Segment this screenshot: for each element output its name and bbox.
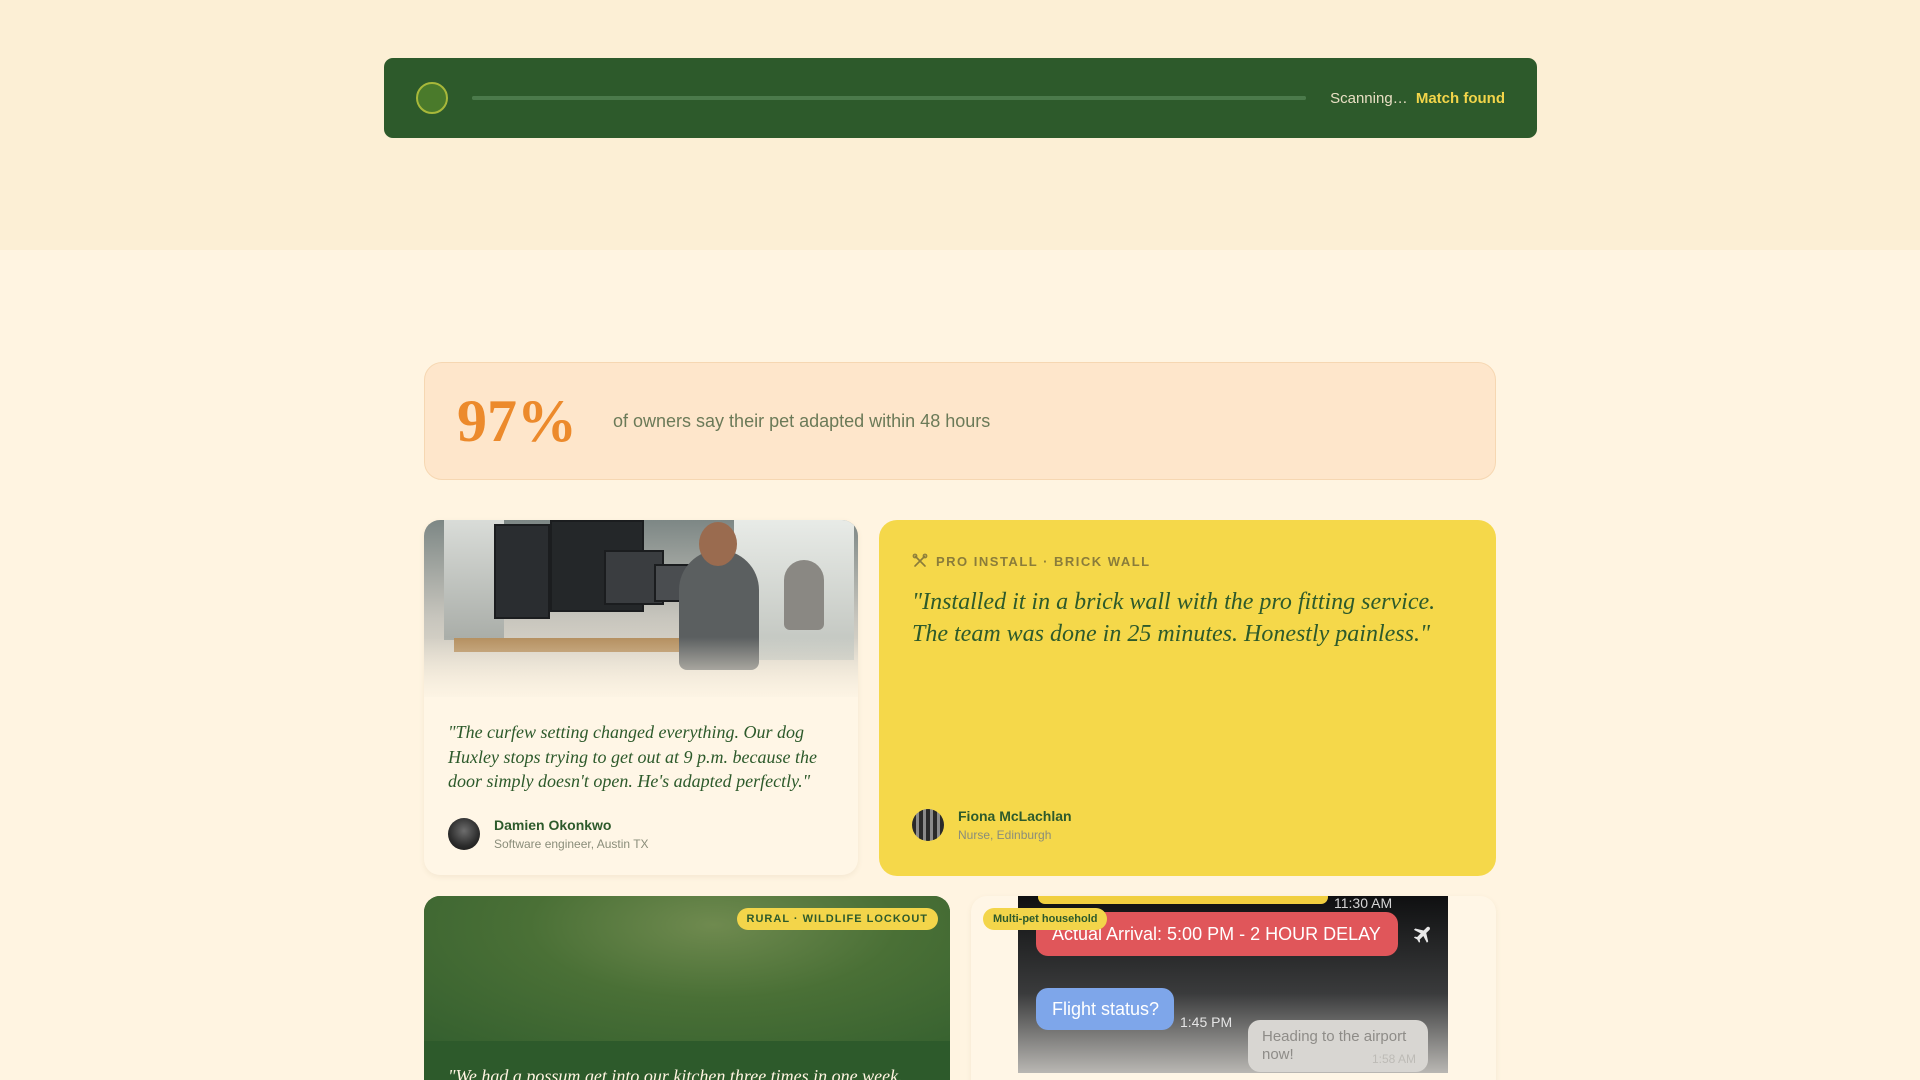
airport-message-time: 1:58 AM	[1371, 1052, 1416, 1066]
install-tag: PRO INSTALL · BRICK WALL	[912, 553, 1151, 569]
scan-status-label: Scanning…	[1330, 89, 1408, 107]
testimonial-card-chat: 11:30 AM Actual Arrival: 5:00 PM - 2 HOU…	[971, 896, 1496, 1080]
author-role: Software engineer, Austin TX	[494, 837, 649, 851]
office-photo	[424, 520, 858, 697]
chat-time-blue: 1:45 PM	[1180, 1014, 1233, 1030]
flight-status-message: Flight status?	[1036, 988, 1174, 1030]
scan-progress-track	[472, 96, 1307, 100]
rural-badge: RURAL · WILDLIFE LOCKOUT	[736, 908, 938, 930]
testimonial-card-fiona: PRO INSTALL · BRICK WALL "Installed it i…	[879, 520, 1496, 876]
testimonial-author: Fiona McLachlan Nurse, Edinburgh	[912, 808, 1072, 842]
avatar	[912, 809, 944, 841]
author-name: Damien Okonkwo	[494, 817, 612, 833]
chat-time-top: 11:30 AM	[1334, 896, 1393, 911]
testimonial-quote: "The curfew setting changed everything. …	[448, 722, 817, 791]
scan-status-bar: Scanning… Match found	[384, 58, 1537, 138]
testimonial-card-damien: "The curfew setting changed everything. …	[424, 520, 858, 875]
author-role: Nurse, Edinburgh	[958, 828, 1052, 842]
tools-icon	[912, 553, 928, 567]
chat-bubble-top	[1038, 896, 1328, 904]
scan-status-text: Scanning… Match found	[1330, 90, 1505, 107]
stat-card: 97% of owners say their pet adapted with…	[424, 362, 1496, 480]
avatar	[448, 818, 480, 850]
stat-description: of owners say their pet adapted within 4…	[613, 410, 991, 431]
airplane-icon	[1413, 926, 1430, 943]
author-name: Fiona McLachlan	[958, 808, 1072, 824]
status-dot-icon	[416, 82, 448, 114]
multi-pet-badge: Multi-pet household	[983, 908, 1108, 930]
match-found-label: Match found	[1415, 89, 1505, 107]
stat-value: 97%	[457, 387, 577, 454]
install-tag-label: PRO INSTALL · BRICK WALL	[936, 553, 1151, 569]
testimonial-quote: "Installed it in a brick wall with the p…	[912, 589, 1436, 647]
scan-progress-fill	[472, 96, 1307, 100]
testimonial-card-rural: RURAL · WILDLIFE LOCKOUT "We had a possu…	[424, 896, 950, 1080]
testimonial-author: Damien Okonkwo Software engineer, Austin…	[448, 817, 649, 851]
airport-message: Heading to the airport now! 1:58 AM	[1248, 1020, 1428, 1072]
testimonial-quote: "We had a possum get into our kitchen th…	[448, 1066, 903, 1080]
